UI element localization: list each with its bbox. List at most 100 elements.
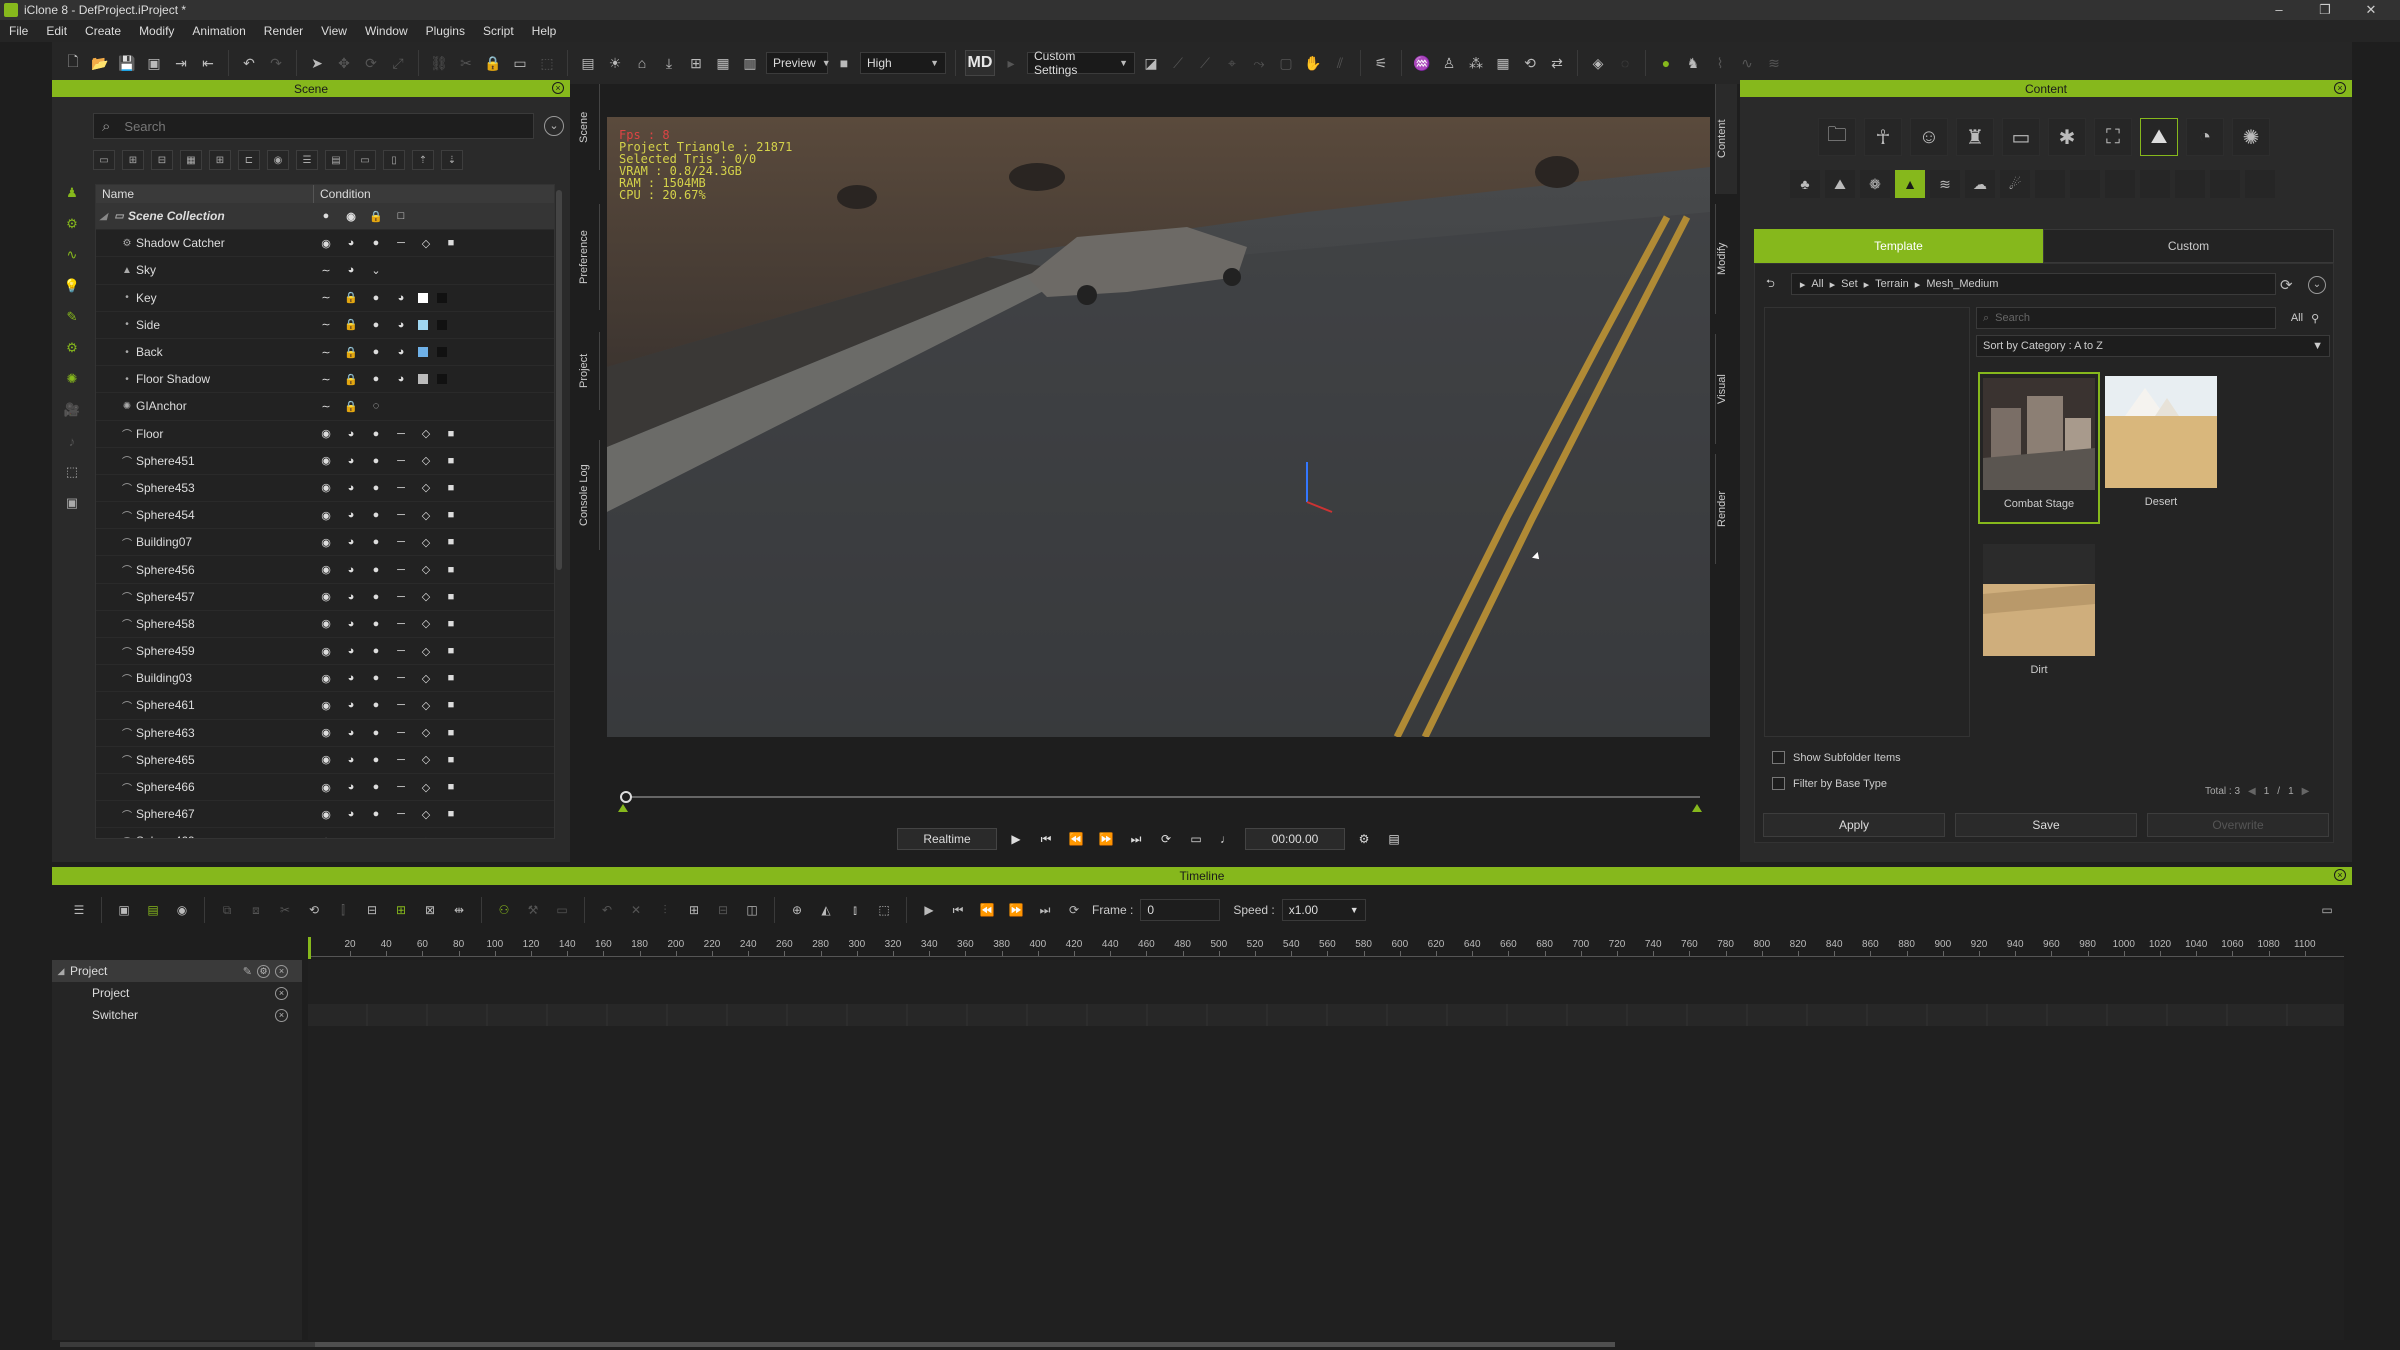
shadow-icon[interactable]: ◕ bbox=[393, 373, 409, 385]
water-icon[interactable]: ≋ bbox=[1930, 170, 1960, 198]
show-subfolder-checkbox[interactable]: Show Subfolder Items bbox=[1772, 751, 1901, 764]
line-icon[interactable]: ─ bbox=[393, 618, 409, 630]
cast-shadow-icon[interactable]: ◕ bbox=[343, 835, 359, 838]
filter-dropdown-icon[interactable]: ⌄ bbox=[544, 116, 564, 136]
motion-category-icon[interactable]: ✱ bbox=[2048, 118, 2086, 156]
extend-icon[interactable]: ⇹ bbox=[448, 900, 470, 920]
scene-tree-row[interactable]: ⌒ Sphere465 ◉ ◕ ● ─ ◇ ■ bbox=[96, 747, 554, 774]
scene-tree-row[interactable]: • Back ∼ 🔒 ● ◕ bbox=[96, 339, 554, 367]
scene-tree-row[interactable]: ⌒ Floor ◉ ◕ ● ─ ◇ ■ bbox=[96, 421, 554, 448]
menu-help[interactable]: Help bbox=[523, 24, 566, 38]
sort-dropdown[interactable]: Sort by Category : A to Z ▼ bbox=[1976, 335, 2330, 357]
cloud-icon[interactable]: ☁ bbox=[1965, 170, 1995, 198]
audio-filter-icon[interactable]: ♪ bbox=[62, 431, 82, 451]
rotate-tool-icon[interactable]: ⟳ bbox=[360, 52, 382, 74]
wand-filter-icon[interactable]: ✎ bbox=[62, 307, 82, 327]
menu-animation[interactable]: Animation bbox=[183, 24, 254, 38]
material-icon[interactable]: ■ bbox=[443, 564, 459, 576]
scrollbar-thumb[interactable] bbox=[315, 1342, 1615, 1347]
tag-icon[interactable]: ◇ bbox=[418, 617, 434, 630]
pin-track-icon[interactable]: ✎ bbox=[243, 965, 252, 978]
close-panel-icon[interactable]: × bbox=[2334, 869, 2346, 881]
eye-icon[interactable]: ◉ bbox=[318, 699, 334, 712]
grid-icon[interactable]: ▦ bbox=[712, 52, 734, 74]
scene-tree-row[interactable]: ⌒ Sphere463 ◉ ◕ ● ─ ◇ ■ bbox=[96, 720, 554, 747]
eye-icon[interactable]: ◉ bbox=[318, 808, 334, 821]
move-tool-icon[interactable]: ✥ bbox=[333, 52, 355, 74]
remove-track-icon[interactable]: × bbox=[275, 964, 288, 978]
range-start-marker-icon[interactable] bbox=[618, 804, 628, 812]
avatar-filter-icon[interactable]: ♟ bbox=[62, 183, 82, 203]
minimize-button[interactable]: – bbox=[2256, 0, 2302, 20]
project-track-lane[interactable] bbox=[308, 1004, 2344, 1026]
cast-shadow-icon[interactable]: ◕ bbox=[343, 645, 359, 657]
mirror-icon[interactable]: ⫽ bbox=[1329, 52, 1351, 74]
collapse-arrow-icon[interactable]: ◢ bbox=[96, 211, 110, 222]
checkbox-box[interactable] bbox=[1772, 777, 1785, 790]
tag-icon[interactable]: ◇ bbox=[418, 590, 434, 603]
maximize-button[interactable]: ❐ bbox=[2302, 0, 2348, 20]
tl-to-end-icon[interactable]: ⏭ bbox=[1034, 900, 1056, 920]
material-icon[interactable]: ■ bbox=[443, 672, 459, 684]
line-icon[interactable]: ─ bbox=[393, 455, 409, 467]
tab-scene[interactable]: Scene bbox=[578, 84, 600, 170]
filter-base-type-checkbox[interactable]: Filter by Base Type bbox=[1772, 777, 1887, 790]
tag-icon[interactable]: ◇ bbox=[418, 536, 434, 549]
tag-icon[interactable]: ◇ bbox=[418, 781, 434, 794]
preview-dropdown[interactable]: Preview ▼ bbox=[766, 52, 831, 74]
column-condition[interactable]: Condition bbox=[314, 185, 554, 203]
eye-icon[interactable]: ◉ bbox=[318, 509, 334, 522]
visibility-icon[interactable]: ● bbox=[368, 645, 384, 657]
remove-track-icon[interactable]: × bbox=[275, 1008, 288, 1022]
close-panel-icon[interactable]: × bbox=[2334, 82, 2346, 94]
new-folder-icon[interactable]: ▭ bbox=[93, 150, 115, 170]
visibility-icon[interactable]: ● bbox=[368, 564, 384, 576]
apply-button[interactable]: Apply bbox=[1763, 813, 1945, 837]
caption-icon[interactable]: ▭ bbox=[1185, 829, 1207, 849]
menu-plugins[interactable]: Plugins bbox=[417, 24, 474, 38]
material-icon[interactable]: ■ bbox=[443, 455, 459, 467]
shadow-icon[interactable]: ◕ bbox=[393, 346, 409, 358]
quality-dropdown[interactable]: High ▼ bbox=[860, 52, 946, 74]
move-down-icon[interactable]: ⇣ bbox=[441, 150, 463, 170]
save-button[interactable]: Save bbox=[1955, 813, 2137, 837]
menu-view[interactable]: View bbox=[312, 24, 356, 38]
cast-shadow-icon[interactable]: ◕ bbox=[343, 754, 359, 766]
tl-prev-icon[interactable]: ⏪ bbox=[976, 900, 998, 920]
scrub-bar[interactable] bbox=[618, 791, 1702, 812]
range-icon[interactable]: ⊞ bbox=[390, 900, 412, 920]
tab-project[interactable]: Project bbox=[578, 332, 600, 410]
remove-range-icon[interactable]: ⊟ bbox=[712, 900, 734, 920]
fx-category-icon[interactable]: ✺ bbox=[2232, 118, 2270, 156]
bake-icon[interactable]: ▭ bbox=[551, 900, 573, 920]
tag-icon[interactable]: ◇ bbox=[418, 672, 434, 685]
tl-play-icon[interactable]: ▶ bbox=[918, 900, 940, 920]
material-icon[interactable]: ■ bbox=[443, 509, 459, 521]
render-settings-dropdown[interactable]: Custom Settings ▼ bbox=[1027, 49, 1135, 77]
overwrite-button[interactable]: Overwrite bbox=[2147, 813, 2329, 837]
visibility-icon[interactable]: ● bbox=[368, 618, 384, 630]
set-category-icon[interactable]: ⛰ bbox=[2140, 118, 2178, 156]
line-icon[interactable]: ─ bbox=[393, 754, 409, 766]
list-icon[interactable]: ☰ bbox=[296, 150, 318, 170]
scene-tree-row[interactable]: ⌒ Sphere451 ◉ ◕ ● ─ ◇ ■ bbox=[96, 448, 554, 475]
tag-icon[interactable]: ◇ bbox=[418, 481, 434, 494]
motion-icon[interactable]: ∼ bbox=[318, 346, 334, 359]
scene-tree-row[interactable]: ⌒ Sphere456 ◉ ◕ ● ─ ◇ ■ bbox=[96, 556, 554, 584]
tag-icon[interactable]: ◇ bbox=[418, 454, 434, 467]
visibility-icon[interactable]: ● bbox=[368, 428, 384, 440]
play-icon[interactable]: ▶ bbox=[1005, 829, 1027, 849]
tag-icon[interactable]: ◇ bbox=[418, 753, 434, 766]
material-icon[interactable]: ■ bbox=[443, 237, 459, 249]
tag-icon[interactable]: ◇ bbox=[418, 699, 434, 712]
filter-all-button[interactable]: All ⚲ bbox=[2280, 307, 2330, 329]
eye-icon[interactable]: ◉ bbox=[318, 617, 334, 630]
cut-icon[interactable]: ✂ bbox=[274, 900, 296, 920]
new-file-icon[interactable]: 🗋 bbox=[62, 52, 84, 74]
realtime-button[interactable]: Realtime bbox=[897, 828, 997, 850]
content-item-desert[interactable]: Desert bbox=[2100, 372, 2222, 524]
loop-clip-icon[interactable]: ⟲ bbox=[303, 900, 325, 920]
tag-icon[interactable]: ◇ bbox=[418, 427, 434, 440]
unlink-icon[interactable]: ✂ bbox=[455, 52, 477, 74]
material-icon[interactable]: ■ bbox=[443, 781, 459, 793]
